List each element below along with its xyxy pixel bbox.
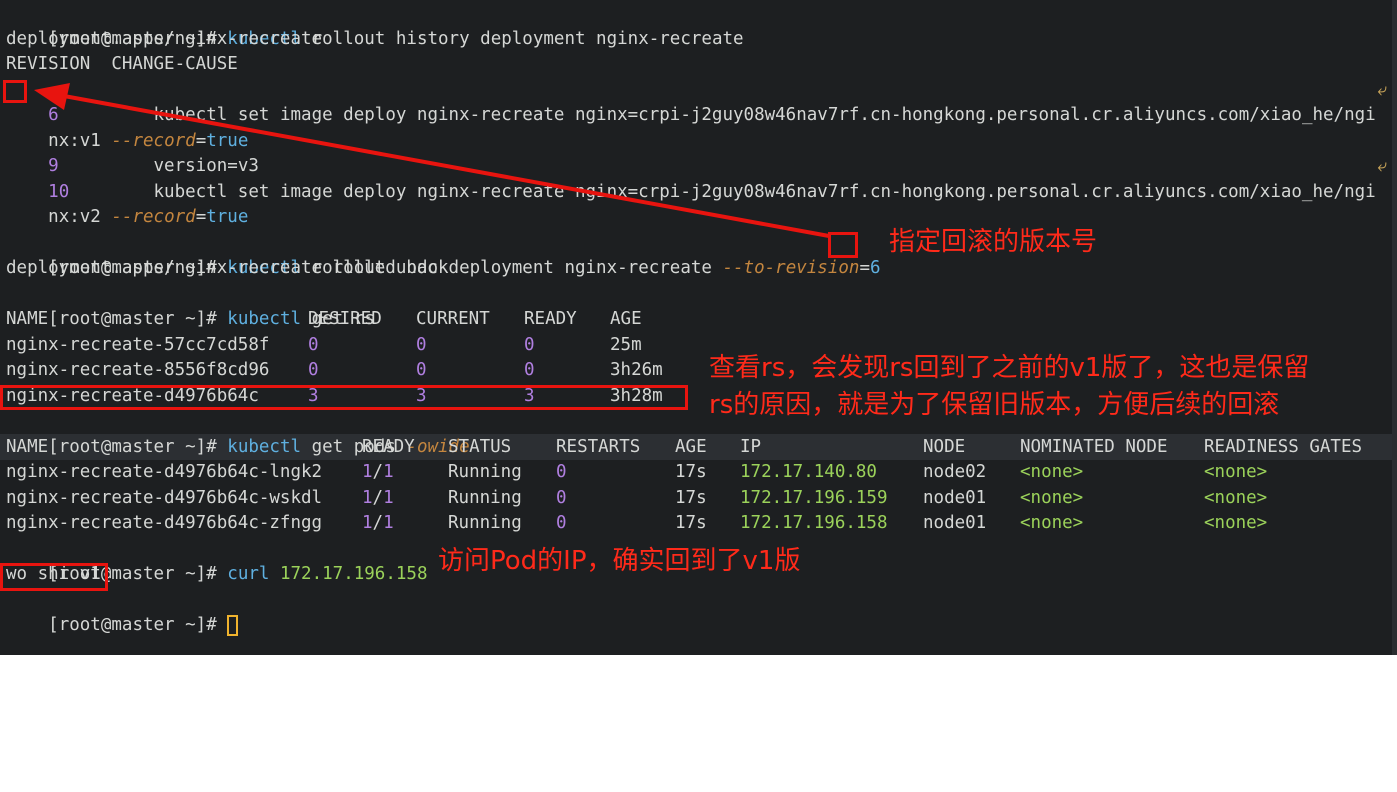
revision-annotation: 指定回滚的版本号 xyxy=(889,227,1098,257)
rs-annotation-line2: rs的原因，就是为了保留旧版本，方便后续的回滚 xyxy=(709,390,1280,420)
pod-annotation: 访问Pod的IP，确实回到了v1版 xyxy=(438,546,801,576)
rs-annotation-line1: 查看rs，会发现rs回到了之前的v1版了，这也是保留 xyxy=(709,353,1310,383)
